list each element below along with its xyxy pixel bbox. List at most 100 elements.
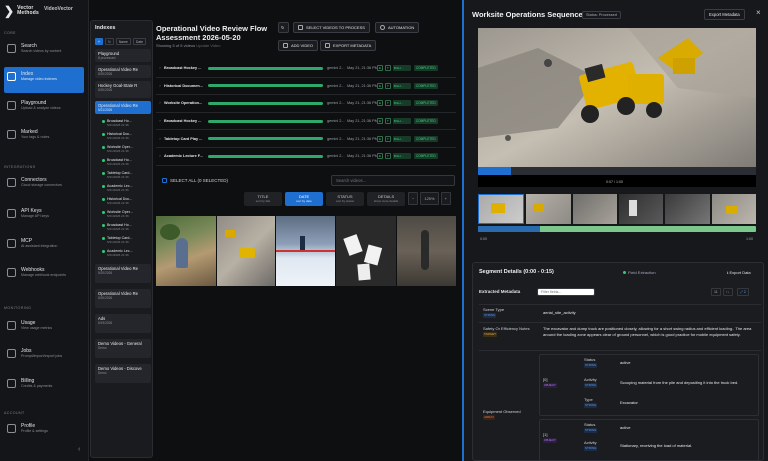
table-row[interactable]: › Tabletop Card Play ... gemini 2... May 21…	[156, 130, 456, 148]
collapse-sidebar-icon[interactable]: ‹	[78, 446, 80, 453]
index-item[interactable]: Playground 8 processed	[95, 49, 151, 62]
video-name: Tabletop Card Play ...	[164, 136, 203, 141]
nav-item-connectors[interactable]: Connectors Cloud storage connectors	[4, 173, 84, 199]
chevron-right-icon[interactable]: ›	[156, 84, 164, 88]
chevron-right-icon[interactable]: ›	[156, 154, 164, 158]
frame-thumbnail[interactable]	[526, 194, 571, 224]
index-video-item[interactable]: Historical Doc... 5/21/2026 21:36	[95, 130, 152, 143]
nav-item-index[interactable]: Index Manage video indexes	[4, 67, 84, 93]
select-all[interactable]: SELECT ALL (0 SELECTED)	[162, 178, 228, 183]
video-thumbnail[interactable]	[275, 216, 336, 286]
refresh-indexes-button[interactable]: ↻	[105, 38, 114, 45]
refresh-button[interactable]: ↻	[278, 22, 289, 33]
index-item[interactable]: Operational Video Re 5/20/2026	[95, 65, 151, 78]
frame-thumbnail[interactable]	[572, 194, 617, 224]
index-item[interactable]: Operational Video Re 5/21/2026	[95, 101, 151, 114]
index-video-item[interactable]: Worksite Oper... 5/21/2026 21:36	[95, 208, 152, 221]
frame-thumbnail[interactable]	[665, 194, 710, 224]
index-item[interactable]: Demo Videos - Discove Demo	[95, 364, 151, 383]
table-row[interactable]: › Broadcast Hockey ... gemini 2... May 21, …	[156, 60, 456, 78]
sort-details-tab[interactable]: DETAILS show more details	[367, 192, 405, 206]
sort-status-tab[interactable]: STATUS sort by status	[326, 192, 364, 206]
sort-by-date-button[interactable]: Date	[132, 38, 147, 45]
index-video-item[interactable]: Academic Lec... 5/21/2026 21:36	[95, 182, 152, 195]
index-video-item[interactable]: Broadcast Ho... 5/21/2026 21:36	[95, 117, 152, 130]
nav-item-sub: Manage API keys	[21, 214, 49, 218]
zoom-in-button[interactable]: +	[440, 192, 451, 205]
expand-button[interactable]: ⤢ 2	[737, 288, 749, 296]
table-row[interactable]: › Worksite Operation... gemini 2... May 21,…	[156, 95, 456, 113]
index-item[interactable]: Operational Video Re 5/20/2026	[95, 289, 151, 308]
video-thumbnail[interactable]	[336, 216, 397, 286]
video-thumbnail[interactable]	[397, 216, 456, 286]
add-video-button[interactable]: ADD VIDEO	[278, 40, 319, 51]
index-video-item[interactable]: Academic Lec... 5/21/2026 21:36	[95, 247, 152, 260]
select-videos-button[interactable]: SELECT VIDEOS TO PROCESS	[293, 22, 370, 33]
export-metadata-detail-button[interactable]: Export Metadata	[704, 9, 745, 20]
nav-item-search[interactable]: Search Search videos by content	[4, 39, 84, 65]
index-item[interactable]: Hockey Goal-State R 5/20/2026	[95, 81, 151, 98]
sub-key-label: Status	[584, 357, 596, 362]
sort-title-tab[interactable]: TITLE sort by title	[244, 192, 282, 206]
export-data-button[interactable]: ⭳ Export Data	[727, 270, 751, 277]
index-video-item[interactable]: Broadcast Ho... 5/21/2026 21:36	[95, 156, 152, 169]
nav-item-profile[interactable]: Profile Profile & settings	[4, 419, 84, 445]
nav-item-usage[interactable]: Usage View usage metrics	[4, 316, 84, 342]
nav-item-mcp[interactable]: MCP AI assistant integration	[4, 234, 84, 260]
index-video-item[interactable]: Broadcast Ho... 5/21/2026 21:36	[95, 221, 152, 234]
frame-thumbnail[interactable]	[618, 194, 664, 224]
segment-timeline[interactable]	[478, 226, 756, 232]
nav-item-playground[interactable]: Playground Upload & analyze videos	[4, 96, 84, 122]
nav-item-text: Index Manage video indexes	[21, 71, 57, 82]
sort-date-tab[interactable]: DATE sort by date	[285, 192, 323, 206]
video-scrubber[interactable]	[478, 167, 756, 175]
table-row[interactable]: › Historical Documen... gemini 2... May 21,…	[156, 78, 456, 96]
video-player[interactable]	[478, 28, 756, 187]
index-video-item[interactable]: Tabletop Card... 5/21/2026 21:36	[95, 169, 152, 182]
export-metadata-button[interactable]: EXPORT METADATA	[320, 40, 377, 51]
nav-item-marked[interactable]: Marked Your tags & notes	[4, 125, 84, 151]
table-row[interactable]: › Broadcast Hockey ... gemini 2... May 21, …	[156, 113, 456, 131]
frame-thumbnail[interactable]	[711, 194, 756, 224]
table-row[interactable]: › Academic Lecture F... gemini 2... May 21,…	[156, 148, 456, 166]
video-thumbnail[interactable]	[216, 216, 275, 286]
update-video-link[interactable]: Update Video	[196, 43, 220, 48]
nav-item-billing[interactable]: Billing Credits & payments	[4, 374, 84, 400]
nav-item-text: Marked Your tags & notes	[21, 129, 49, 140]
logo[interactable]: ❯ Vector Methods	[4, 3, 49, 19]
billing-badge: BILLI...	[392, 82, 411, 89]
chevron-right-icon[interactable]: ›	[156, 101, 164, 105]
field-value: The excavator and dump truck are positio…	[543, 326, 752, 337]
filter-fields-input[interactable]	[537, 288, 595, 296]
automation-button[interactable]: AUTOMATION	[375, 22, 420, 33]
index-item[interactable]: Operational Video Re 5/20/2026	[95, 264, 151, 283]
chevron-right-icon[interactable]: ›	[156, 66, 164, 70]
index-video-item[interactable]: Worksite Oper... 5/21/2026 21:36	[95, 143, 152, 156]
select-all-checkbox[interactable]	[162, 178, 167, 183]
search-videos-input[interactable]	[331, 175, 455, 186]
equipment-item: [0] OBJECT Status STRING active Activity ST…	[539, 354, 759, 416]
zoom-out-button[interactable]: −	[408, 192, 419, 205]
field-row-safety-notes: Safety Or Efficiency Notes TARGET The exc…	[479, 322, 761, 350]
chevron-right-icon[interactable]: ›	[156, 119, 164, 123]
frame-thumbnail[interactable]	[478, 194, 525, 224]
sort-by-name-button[interactable]: Name	[115, 38, 131, 45]
sub-key: Type STRING	[584, 397, 598, 408]
nav-item-sub: Prompt/import/export jobs	[21, 354, 63, 358]
close-icon[interactable]: ×	[756, 8, 761, 17]
sort-fields-button[interactable]: ↑↓	[723, 288, 733, 296]
scrubber-progress	[478, 167, 512, 175]
nav-item-sub: AI assistant integration	[21, 244, 58, 248]
index-video-item[interactable]: Historical Doc... 5/21/2026 21:36	[95, 195, 152, 208]
nav-item-webhooks[interactable]: Webhooks Manage webhook endpoints	[4, 263, 84, 289]
add-index-button[interactable]: +	[95, 38, 103, 45]
index-video-item[interactable]: Tabletop Card... 5/21/2026 21:36	[95, 234, 152, 247]
index-item[interactable]: Ads 5/19/2026	[95, 314, 151, 333]
chevron-right-icon[interactable]: ›	[156, 137, 164, 141]
sort-sub: sort by status	[336, 199, 354, 203]
index-video-text: Historical Doc... 5/21/2026 21:36	[107, 132, 140, 140]
nav-item-jobs[interactable]: Jobs Prompt/import/export jobs	[4, 344, 84, 370]
video-thumbnail[interactable]	[156, 216, 216, 286]
nav-item-api-keys[interactable]: API Keys Manage API keys	[4, 204, 84, 230]
index-item[interactable]: Demo Videos - General Demo	[95, 339, 151, 358]
